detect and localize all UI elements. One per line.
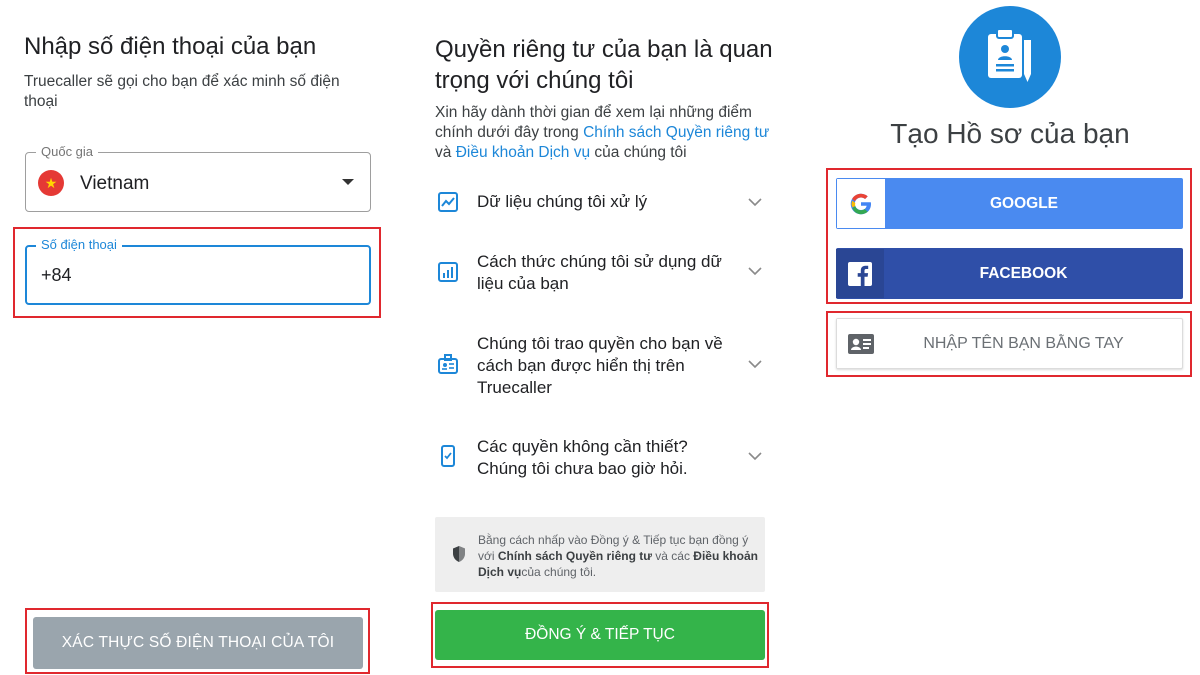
page-title: Tạo Hồ sơ của bạn [890,118,1130,149]
chevron-down-icon [748,267,762,276]
vietnam-flag-icon: ★ [38,170,64,196]
country-value: Vietnam [80,173,150,194]
chevron-down-icon [748,452,762,461]
notice-text: và các [651,549,694,563]
page-subtitle: Truecaller sẽ gọi cho bạn để xác minh số… [24,73,340,110]
terms-of-service-link[interactable]: Điều khoản Dịch vụ [456,144,590,161]
phone-check-icon [441,445,455,467]
accordion-label: Chúng tôi trao quyền cho bạn về cách bạn… [477,334,723,397]
accordion-label: Cách thức chúng tôi sử dụng dữ liệu của … [477,252,722,293]
highlight-box [431,602,769,668]
profile-illustration [959,6,1061,108]
bar-chart-icon [438,262,458,282]
chevron-down-icon [748,360,762,369]
create-profile-screen: Tạo Hồ sơ của bạn GOOGLE FACEBOOK NHẬP T… [800,0,1200,675]
phone-entry-screen: Nhập số điện thoại của bạn Truecaller sẽ… [0,0,400,675]
country-label: Quốc gia [36,144,99,160]
chevron-down-icon [748,198,762,207]
page-title: Nhập số điện thoại của bạn [24,33,317,60]
consent-text: Bằng cách nhấp vào Đồng ý & Tiếp tục bạn… [478,532,758,580]
highlight-box [826,168,1192,304]
accordion-item-permissions[interactable]: Các quyền không cần thiết? Chúng tôi chư… [435,433,765,481]
notice-privacy-policy: Chính sách Quyền riêng tư [497,549,652,563]
accordion-item-data-usage[interactable]: Cách thức chúng tôi sử dụng dữ liệu của … [435,248,765,296]
country-select[interactable]: Quốc gia ★ Vietnam [25,144,371,212]
highlight-box [25,608,370,674]
privacy-intro: Xin hãy dành thời gian để xem lại những … [435,103,775,163]
shield-icon [453,546,465,562]
intro-text: của chúng tôi [590,144,687,161]
page-title: Quyền riêng tư của bạn là quan trọng với… [435,36,773,94]
dropdown-arrow-icon [342,179,354,185]
privacy-policy-link[interactable]: Chính sách Quyền riêng tư [583,124,769,141]
accordion-item-data-processed[interactable]: Dữ liệu chúng tôi xử lý [435,188,765,216]
highlight-box [13,227,381,318]
accordion-label: Các quyền không cần thiết? Chúng tôi chư… [477,437,688,478]
clipboard-pen-icon [988,28,1031,82]
accordion-item-display-control[interactable]: Chúng tôi trao quyền cho bạn về cách bạn… [435,330,765,400]
chart-icon [438,192,458,212]
notice-text: của chúng tôi. [521,565,597,579]
highlight-box [826,311,1192,377]
consent-notice: Bằng cách nhấp vào Đồng ý & Tiếp tục bạn… [435,517,765,592]
privacy-screen: Quyền riêng tư của bạn là quan trọng với… [400,0,800,675]
accordion-label: Dữ liệu chúng tôi xử lý [477,192,648,211]
id-badge-icon [438,354,458,374]
intro-text: và [435,144,456,161]
